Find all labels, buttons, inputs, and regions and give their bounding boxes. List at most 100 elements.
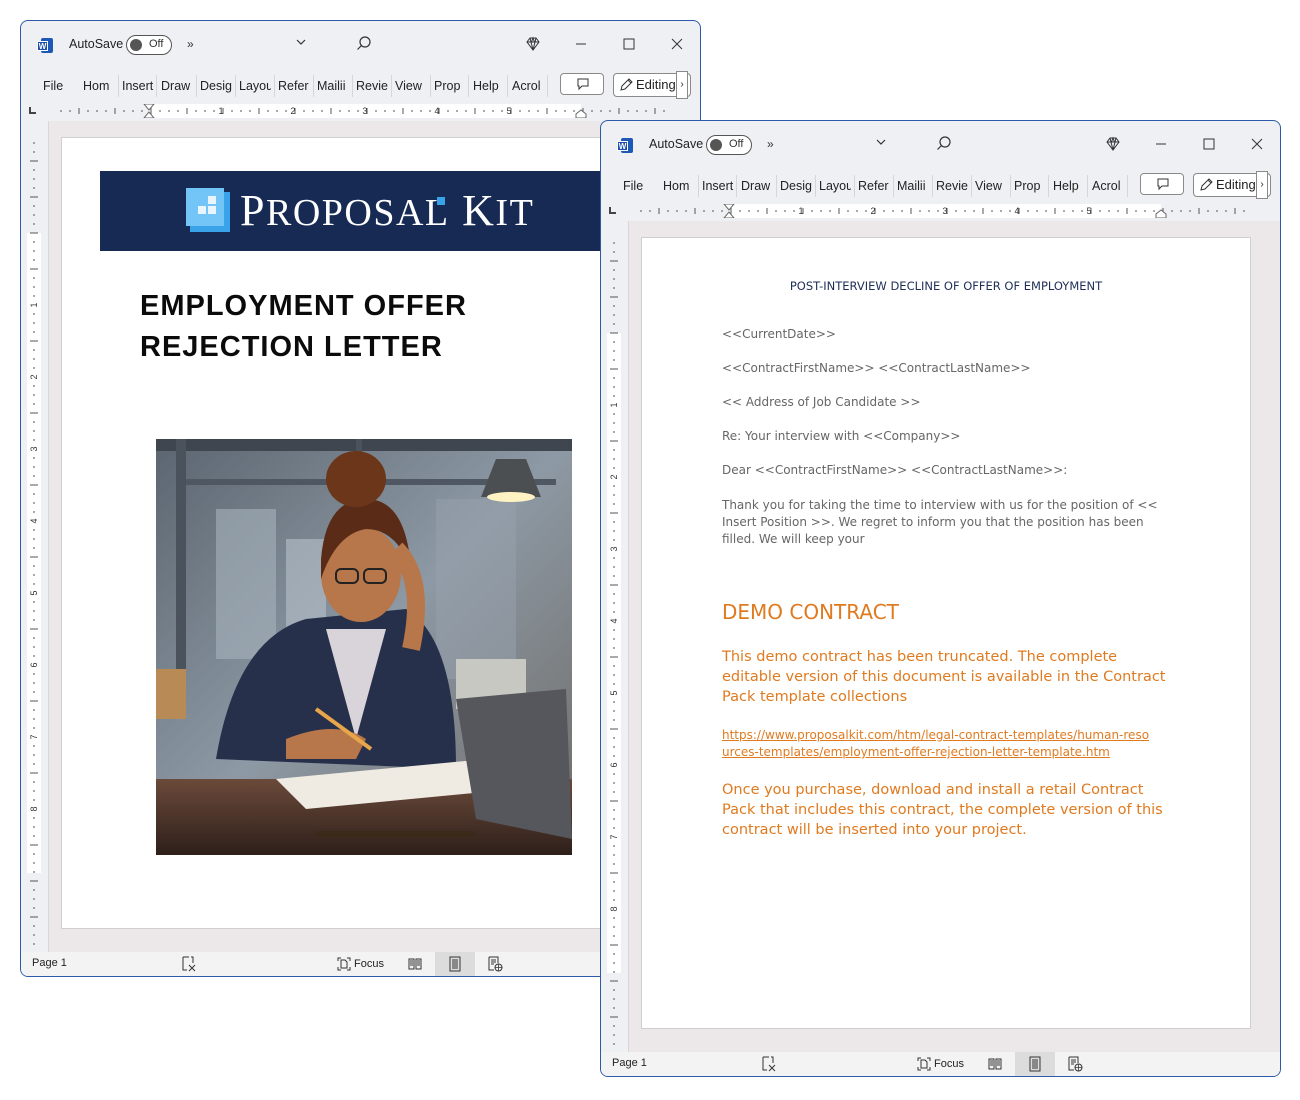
purchase-notice-paragraph: Once you purchase, download and install …	[722, 782, 1163, 838]
chevron-down-icon[interactable]	[295, 36, 307, 48]
ruler-label: 3	[29, 446, 39, 451]
tab-layout[interactable]: Layou	[239, 77, 271, 97]
ruler-label: 5	[29, 590, 39, 595]
word-app-icon: W	[617, 138, 633, 153]
tab-design[interactable]: Desig	[200, 77, 233, 97]
ribbon-scroll-right-button[interactable]: ›	[1256, 171, 1268, 199]
close-icon[interactable]	[1248, 135, 1266, 153]
focus-mode-button[interactable]: Focus	[917, 1056, 964, 1072]
print-layout-button[interactable]	[435, 952, 475, 976]
body-paragraph: Thank you for taking the time to intervi…	[722, 498, 1158, 546]
diamond-icon[interactable]	[524, 35, 542, 53]
ruler-label: 3	[362, 106, 367, 116]
web-layout-icon[interactable]	[487, 956, 503, 972]
title-bar: W AutoSave Off »	[601, 121, 1280, 171]
tab-help[interactable]: Help	[473, 77, 503, 97]
tab-mailings[interactable]: Mailii	[317, 77, 349, 97]
tab-mailings[interactable]: Mailii	[897, 177, 929, 197]
tab-review[interactable]: Revie	[936, 177, 969, 197]
focus-mode-button[interactable]: Focus	[337, 956, 384, 972]
tab-layout[interactable]: Layou	[819, 177, 851, 197]
web-layout-icon[interactable]	[1067, 1056, 1083, 1072]
ruler-label: 4	[29, 518, 39, 523]
tab-home[interactable]: Hom	[83, 77, 115, 97]
tab-review[interactable]: Revie	[356, 77, 389, 97]
ruler-label: 1	[29, 302, 39, 307]
contract-pack-link[interactable]: https://www.proposalkit.com/htm/legal-co…	[722, 727, 1152, 761]
tab-properties[interactable]: Prop	[1014, 177, 1045, 197]
ruler-label: 2	[290, 106, 295, 116]
indent-marker	[143, 104, 155, 118]
ruler-label: 3	[942, 206, 947, 216]
ruler-label: 2	[29, 374, 39, 379]
document-page[interactable]: POST-INTERVIEW DECLINE OF OFFER OF EMPLO…	[641, 237, 1251, 1029]
minimize-icon[interactable]	[572, 35, 590, 53]
ruler-label: 6	[609, 762, 619, 767]
autosave-label: AutoSave	[649, 137, 704, 151]
maximize-icon[interactable]	[1200, 135, 1218, 153]
page-indicator[interactable]: Page 1	[32, 957, 67, 969]
read-mode-icon[interactable]	[407, 956, 423, 972]
autosave-toggle[interactable]: Off	[706, 135, 752, 155]
tab-acrobat[interactable]: Acrol	[512, 77, 543, 97]
pencil-icon	[620, 78, 633, 91]
horizontal-ruler: 1 2 3 4 5	[601, 201, 1280, 221]
tab-file[interactable]: File	[623, 177, 647, 197]
search-icon[interactable]	[355, 35, 373, 53]
tab-file[interactable]: File	[43, 77, 67, 97]
ruler-label: 2	[870, 206, 875, 216]
tab-draw[interactable]: Draw	[741, 177, 773, 197]
vertical-ruler-ticks: 1 2 3 4 5 6 7 8	[609, 242, 619, 1045]
tab-insert[interactable]: Insert	[122, 77, 154, 97]
focus-icon	[917, 1057, 931, 1071]
word-app-icon: W	[37, 38, 53, 53]
diamond-icon[interactable]	[1104, 135, 1122, 153]
accessibility-check-icon[interactable]	[761, 1056, 777, 1072]
tab-home[interactable]: Hom	[663, 177, 695, 197]
wordmark-dot	[437, 197, 445, 205]
more-commands-icon[interactable]: »	[767, 137, 774, 151]
print-layout-button[interactable]	[1015, 1052, 1055, 1076]
cover-illustration	[156, 439, 572, 855]
comments-button[interactable]	[560, 73, 604, 95]
tab-references[interactable]: Refer	[278, 77, 311, 97]
chevron-down-icon[interactable]	[875, 136, 887, 148]
right-indent-marker	[575, 109, 587, 118]
ruler-label: 1	[218, 106, 223, 116]
subject-line: Re: Your interview with <<Company>>	[722, 429, 961, 443]
search-icon[interactable]	[935, 135, 953, 153]
tab-view[interactable]: View	[395, 77, 425, 97]
tab-selector-icon[interactable]	[29, 107, 36, 114]
tab-selector-icon[interactable]	[609, 207, 616, 214]
tab-references[interactable]: Refer	[858, 177, 891, 197]
ruler-label: 7	[609, 834, 619, 839]
ruler-ticks: 1 2 3 4 5	[60, 104, 665, 118]
tab-help[interactable]: Help	[1053, 177, 1083, 197]
editing-label: Editing	[1216, 177, 1256, 192]
accessibility-check-icon[interactable]	[181, 956, 197, 972]
close-icon[interactable]	[668, 35, 686, 53]
tab-draw[interactable]: Draw	[161, 77, 193, 97]
vertical-ruler: 1 2 3 4 5 6 7 8	[601, 221, 629, 1056]
tab-design[interactable]: Desig	[780, 177, 813, 197]
ribbon-tabs: File Hom Insert Draw Desig Layou Refer M…	[21, 71, 700, 101]
ribbon-scroll-right-button[interactable]: ›	[676, 71, 688, 99]
comment-icon	[1157, 178, 1169, 191]
minimize-icon[interactable]	[1152, 135, 1170, 153]
tab-properties[interactable]: Prop	[434, 77, 465, 97]
comments-button[interactable]	[1140, 173, 1184, 195]
ruler-label: 4	[434, 106, 439, 116]
read-mode-icon[interactable]	[987, 1056, 1003, 1072]
title-bar: W AutoSave Off »	[21, 21, 700, 71]
print-layout-icon	[449, 956, 461, 972]
more-commands-icon[interactable]: »	[187, 37, 194, 51]
tab-insert[interactable]: Insert	[702, 177, 734, 197]
tab-acrobat[interactable]: Acrol	[1092, 177, 1123, 197]
page-indicator[interactable]: Page 1	[612, 1057, 647, 1069]
tab-view[interactable]: View	[975, 177, 1005, 197]
autosave-toggle[interactable]: Off	[126, 35, 172, 55]
maximize-icon[interactable]	[620, 35, 638, 53]
comment-icon	[577, 78, 589, 91]
pencil-icon	[1200, 178, 1213, 191]
focus-icon	[337, 957, 351, 971]
